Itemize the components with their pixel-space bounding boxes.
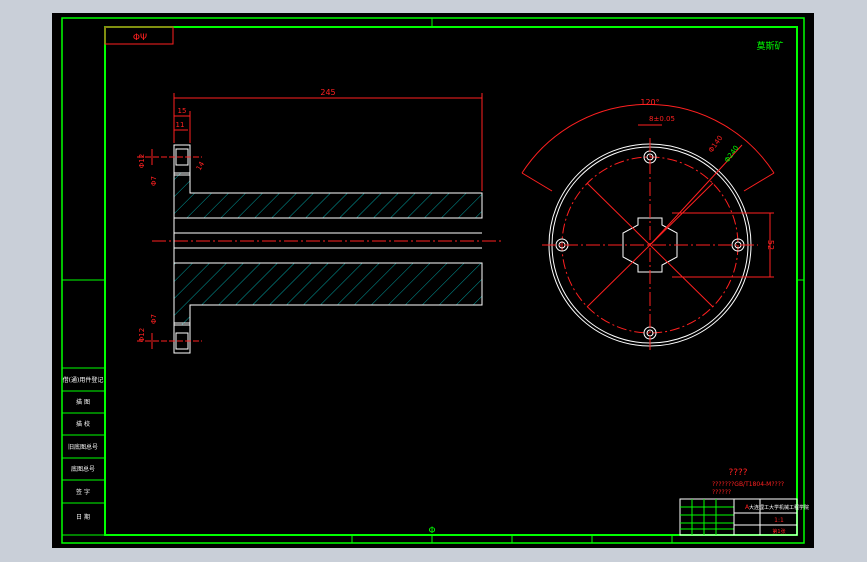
cad-drawing: ΦΨ 莫斯矿 245 15 11 Φ12 Φ7 14 Φ7 Φ12 120° 8…: [61, 17, 809, 544]
title-block: 大连理工大学机械工程学院 A 1:1 第1张: [679, 498, 809, 536]
bottom-center-tag: Φ: [428, 526, 435, 536]
left-table-row: 日 期: [76, 513, 90, 521]
notes-line2: ??????: [712, 489, 731, 496]
dim-bolt-bottom: Φ7: [150, 314, 158, 324]
title-block-company: 大连理工大学机械工程学院: [749, 504, 809, 511]
dim-pcd-large: Φ240: [723, 144, 740, 164]
dim-flange-width: 15: [178, 107, 187, 115]
left-table-row: 旧底图总号: [68, 443, 98, 451]
dim-angle: 120°: [640, 98, 659, 107]
dim-overall-length: 245: [320, 88, 335, 97]
title-block-cell-c: 第1张: [772, 528, 785, 535]
notes-line1: ???????GB/T1804-M????: [712, 481, 784, 488]
left-table-row: 底图总号: [71, 465, 95, 473]
front-view: 120° 8±0.05 Φ140 Φ240 52: [521, 98, 775, 353]
top-left-tag: ΦΨ: [133, 33, 147, 43]
left-table-row: 签 字: [76, 488, 90, 496]
notes-title: ????: [728, 468, 747, 478]
dim-bore-height: 52: [766, 240, 775, 250]
side-view: 245 15 11 Φ12 Φ7 14 Φ7 Φ12: [137, 88, 502, 354]
top-right-tag: 莫斯矿: [756, 40, 783, 52]
left-table-row: 借(通)用件登记: [63, 376, 104, 384]
dim-keyway: 8±0.05: [649, 115, 675, 123]
left-table-row: 描 图: [76, 398, 90, 406]
dim-chamfer: 14: [195, 160, 207, 172]
dim-pcd-small: Φ140: [707, 134, 724, 154]
cad-drawing-viewport[interactable]: ΦΨ 莫斯矿 245 15 11 Φ12 Φ7 14 Φ7 Φ12 120° 8…: [52, 13, 814, 548]
dim-hole-top: Φ12: [138, 154, 146, 168]
dim-bolt-top: Φ7: [150, 176, 158, 186]
left-table-row: 描 校: [76, 420, 90, 428]
title-block-cell-b: 1:1: [774, 517, 784, 524]
dim-flange-step: 11: [176, 121, 185, 129]
left-record-table: 借(通)用件登记 描 图 描 校 旧底图总号 底图总号 签 字 日 期: [61, 367, 106, 536]
dim-hole-bottom: Φ12: [138, 328, 146, 342]
